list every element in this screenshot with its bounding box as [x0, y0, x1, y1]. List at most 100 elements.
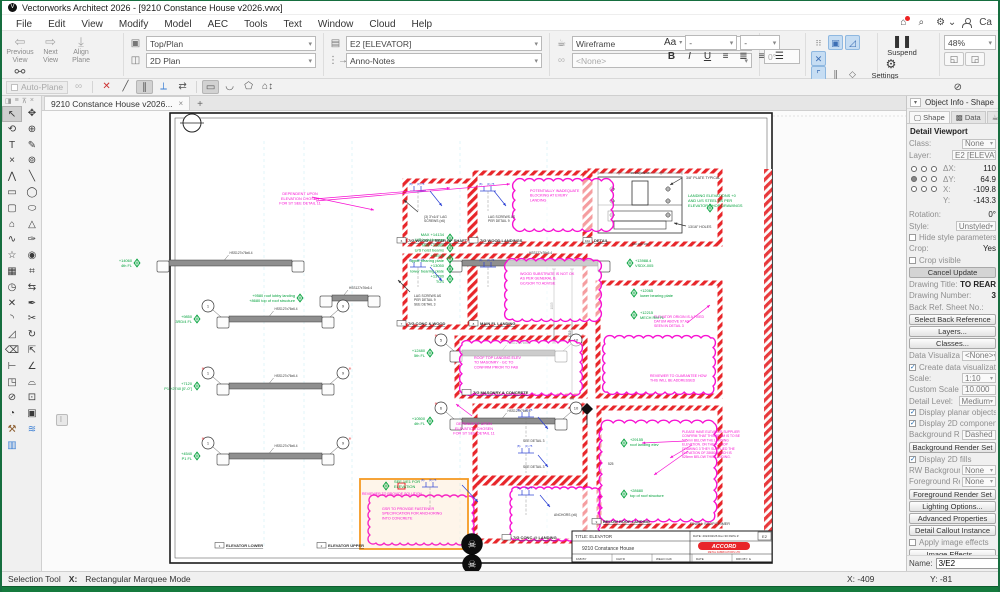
tab-close-icon[interactable]: × — [178, 99, 183, 108]
font-size-select[interactable]: -▾ — [740, 35, 780, 50]
locus-tool[interactable]: × — [2, 153, 22, 169]
flyover-tool[interactable]: ⟲ — [2, 122, 22, 138]
visibility-off-icon[interactable]: ⊘ — [954, 82, 962, 93]
hammer-tool[interactable]: ⚒ — [2, 422, 22, 438]
align-left-button[interactable]: ≡ — [718, 51, 733, 62]
oi-button-select-back-reference[interactable]: Select Back Reference — [909, 314, 996, 325]
angle-tool[interactable]: ∠ — [22, 359, 42, 375]
snap-object-toggle[interactable]: ▣ — [828, 35, 843, 50]
fit-page-button[interactable]: ◲ — [965, 52, 985, 66]
menu-edit[interactable]: Edit — [40, 19, 73, 30]
rounded-rect-tool[interactable]: ▢ — [2, 201, 22, 217]
wand-tool[interactable]: ☆ — [2, 248, 22, 264]
mode-multiple-select-icon[interactable]: ∥ — [136, 80, 153, 94]
new-tab-button[interactable]: + — [190, 99, 210, 110]
blank[interactable] — [22, 438, 42, 454]
oi-button-advanced-properties[interactable]: Advanced Properties — [909, 513, 996, 524]
previous-view-button[interactable]: ⇦Previous View — [6, 34, 34, 64]
italic-button[interactable]: I — [682, 51, 697, 62]
oi-check-apply-image-effects[interactable]: Apply image effects — [909, 537, 996, 548]
layer-select[interactable]: E2 [ELEVATOR]▾ — [346, 36, 542, 51]
floating-palette-icon[interactable]: ⠇ — [56, 414, 68, 426]
oi-button-cancel-update[interactable]: Cancel Update — [909, 267, 996, 278]
palette-header-icon-0[interactable]: ◨ — [5, 97, 12, 105]
account-name[interactable]: Ca — [973, 17, 998, 28]
home-icon[interactable]: ⌂ — [894, 17, 912, 28]
snap-intersection-toggle[interactable]: ✕ — [811, 51, 826, 66]
rotate2-tool[interactable]: ↻ — [22, 327, 42, 343]
oi-button-classes-[interactable]: Classes... — [909, 338, 996, 349]
pen-tool[interactable]: ✒ — [22, 296, 42, 312]
document-tab[interactable]: 9210 Constance House v2026...× — [44, 96, 190, 110]
oi-check-display-2d-fills[interactable]: ✓Display 2D fills — [909, 454, 996, 465]
freehand-tool[interactable]: ∿ — [2, 232, 22, 248]
text-tool[interactable]: T — [2, 138, 22, 154]
menu-text[interactable]: Text — [275, 19, 309, 30]
mode-pushpull-icon[interactable]: ⇄ — [174, 80, 191, 94]
position-anchor-widget[interactable]: ΔX:110ΔY:64.9X:-109.8Y:-143.3 — [909, 161, 996, 209]
split-tool[interactable]: ✂ — [22, 311, 42, 327]
menu-cloud[interactable]: Cloud — [361, 19, 403, 30]
oi-check-crop-visible[interactable]: Crop visible — [909, 255, 996, 266]
tab-data[interactable]: ▩Data — [951, 111, 986, 123]
oi-button-background-render-set[interactable]: Background Render Set — [909, 442, 996, 453]
font-name-select[interactable]: -▾ — [685, 35, 737, 50]
drawing-canvas[interactable]: 10031219HSS127x76x6.4+140604th FLHSS127x… — [42, 111, 906, 571]
plan-mode-select[interactable]: 2D Plan▾ — [146, 53, 316, 68]
trim-tool[interactable]: ✕ — [2, 296, 22, 312]
menu-modify[interactable]: Modify — [111, 19, 156, 30]
move-tool[interactable]: ⇱ — [22, 343, 42, 359]
oi-check-create-data-visualization-legend[interactable]: ✓Create data visualization legend — [909, 362, 996, 373]
oi-button-lighting-options-[interactable]: Lighting Options... — [909, 501, 996, 512]
next-view-button[interactable]: ⇨Next View — [37, 34, 65, 64]
canopy-tool[interactable]: ⌓ — [22, 375, 42, 391]
palette-header-icon-3[interactable]: × — [30, 97, 34, 105]
menu-view[interactable]: View — [73, 19, 111, 30]
circle-tool[interactable]: ◯ — [22, 185, 42, 201]
search-icon[interactable]: ⌕ — [912, 17, 930, 28]
mode-axis-icon[interactable]: ⟂ — [155, 80, 172, 94]
rotate-tool[interactable]: ◷ — [2, 280, 22, 296]
auto-plane-toggle[interactable]: Auto-Plane — [6, 81, 68, 94]
zoom-tool[interactable]: ⊕ — [22, 122, 42, 138]
similar-select-tool[interactable]: ◉ — [22, 248, 42, 264]
cart-tool[interactable]: ⌗ — [22, 264, 42, 280]
mode-single-select-icon[interactable]: ╱ — [117, 80, 134, 94]
menu-file[interactable]: File — [8, 19, 40, 30]
align-justify-button[interactable]: ☰ — [772, 51, 787, 62]
chamfer-tool[interactable]: ◿ — [2, 327, 22, 343]
eraser-tool[interactable]: ⌫ — [2, 343, 22, 359]
oi-check-display-planar-objects[interactable]: ✓Display planar objects — [909, 407, 996, 418]
mode-disable-interactive-icon[interactable]: ✕ — [98, 80, 115, 94]
callout-tool[interactable]: ✎ — [22, 138, 42, 154]
palette-header-icon-1[interactable]: ≡ — [15, 97, 19, 105]
polygon-marquee-mode-icon[interactable]: ⬠ — [240, 80, 257, 94]
underline-button[interactable]: U — [700, 51, 715, 62]
frame-tool[interactable]: ⊡ — [22, 390, 42, 406]
menu-aec[interactable]: AEC — [200, 19, 237, 30]
clip-tool[interactable]: ◳ — [2, 375, 22, 391]
name-input[interactable] — [936, 558, 998, 569]
align-center-button[interactable]: ≣ — [736, 51, 751, 62]
tab-render[interactable]: ☕ — [987, 111, 998, 123]
selection-tool[interactable]: ↖ — [2, 106, 22, 122]
class-select[interactable]: Anno-Notes▾ — [346, 53, 542, 68]
polygon-tool[interactable]: ⌂ — [2, 217, 22, 233]
oi-button-foreground-render-set[interactable]: Foreground Render Set — [909, 489, 996, 500]
arc-tool[interactable]: △ — [22, 217, 42, 233]
oi-check-display-2d-components[interactable]: ✓Display 2D components — [909, 418, 996, 429]
hatch-tool[interactable]: ▥ — [2, 438, 22, 454]
bold-button[interactable]: B — [664, 51, 679, 62]
align-right-button[interactable]: ≡ — [754, 51, 769, 62]
fillet-tool[interactable]: ◝ — [2, 311, 22, 327]
menu-tools[interactable]: Tools — [236, 19, 275, 30]
align-plane-button[interactable]: ⤓Align Plane — [67, 34, 95, 64]
account-avatar[interactable] — [962, 18, 971, 27]
eyedropper-tool[interactable]: ✑ — [22, 232, 42, 248]
viewport-tool[interactable]: ▣ — [22, 406, 42, 422]
settings-menu-icon[interactable]: ⚙ ⌄ — [930, 17, 962, 28]
panel-menu-icon[interactable]: ▾ — [910, 98, 921, 107]
palette-header-icon-2[interactable]: ⊼ — [22, 97, 27, 105]
symbol-tool[interactable]: ⊚ — [22, 153, 42, 169]
tab-shape[interactable]: ▢Shape — [909, 111, 950, 123]
